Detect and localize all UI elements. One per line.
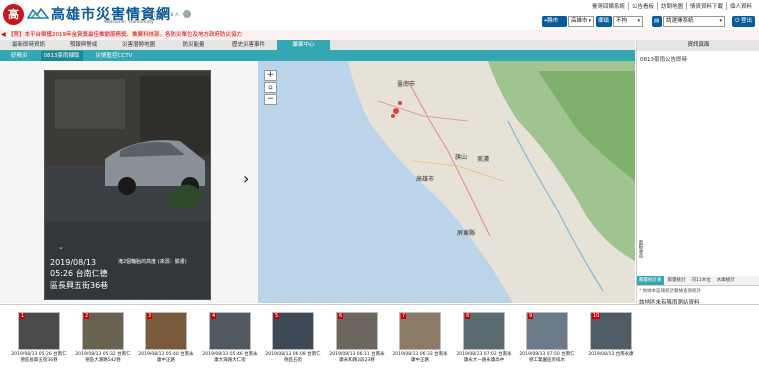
thumbnail-caption: 2019/08/13 06:33 台南永康中正路	[392, 352, 448, 363]
photo-location: 區長興五街36巷	[50, 281, 109, 290]
thumbnail-strip: 1 2019/08/13 05:26 台南仁德區長興五街36巷 2 2019/08/1…	[0, 304, 759, 368]
logout-button[interactable]: ⏻ 登出	[732, 16, 755, 27]
photo-date: 2019/08/13	[50, 258, 97, 267]
thumbnail-8[interactable]: 8	[463, 312, 505, 350]
thumbnail-caption: 2019/08/13 07:50 台南仁德工業園區旁排水	[519, 352, 575, 363]
chevron-down-icon: ▾	[637, 18, 640, 24]
photo-caption: 淹2個輪胎的高度 (來源：臉書)	[118, 259, 187, 265]
info-tab-rain[interactable]: 雨量統計	[666, 276, 688, 285]
chevron-down-icon: ▾	[719, 18, 722, 24]
map-label-tainan: 臺南市	[397, 81, 416, 88]
chevron-right-icon[interactable]: ›	[243, 171, 249, 187]
link-feedback[interactable]: 臺灣回饋系統	[589, 2, 628, 10]
zoom-in-button[interactable]: +	[264, 70, 277, 81]
sub-tabs: 好撥災 0813豪雨擷取 災情監控CCTV	[0, 51, 635, 61]
tab-5[interactable]: 歷史災害事件	[222, 40, 275, 50]
info-tab-layer-stats[interactable]: 圖層統計表	[637, 276, 664, 285]
thumbnail-caption: 2019/08/13 台南永康	[588, 352, 634, 357]
thumbnail-number: 9	[528, 313, 534, 319]
thumbnail-number: 7	[401, 313, 407, 319]
district-select[interactable]: 不拘 ▾	[613, 16, 643, 27]
tab-1[interactable]: 最新即時資訊	[2, 40, 55, 50]
mountain-logo-icon	[27, 7, 49, 19]
tab-2[interactable]: 預報與警戒	[57, 40, 110, 50]
thumbnail-6[interactable]: 6	[336, 312, 378, 350]
panel-toggle[interactable]: 面板收合	[637, 240, 643, 258]
link-visit-map[interactable]: 訪問地圖	[656, 2, 686, 10]
thumbnail-caption: 2019/08/13 05:40 台南永康中正路	[138, 352, 194, 363]
info-tabs: 圖層統計表 雨量統計 司11水位 水庫統計	[637, 276, 759, 286]
thumbnail-number: 6	[338, 313, 344, 319]
tab-3[interactable]: 災害潛勢地圖	[112, 40, 165, 50]
city-logo: 高	[3, 4, 24, 25]
online-count: 線上人數：8 人	[148, 13, 180, 18]
thumbnail-caption: 2019/08/13 05:46 台南永康大灣路大仁街	[202, 352, 258, 363]
link-profile[interactable]: 個人資料	[725, 2, 755, 10]
user-icon	[183, 10, 191, 18]
info-note: * 依據本區域統計數據查詢統計	[639, 289, 702, 294]
thumbnail-3[interactable]: 3	[145, 312, 187, 350]
city-label: ⌖縣市	[542, 16, 567, 27]
announcement-marquee[interactable]: ◀ 【賀】本平台榮獲2019年金賞獎最佳推動服務獎、推廣科技部。各防災單位及地方政…	[0, 30, 759, 40]
thumbnail-9[interactable]: 9	[526, 312, 568, 350]
photo-time: 05:26 台南仁德	[50, 269, 108, 278]
thumbnail-10[interactable]: 10	[590, 312, 632, 350]
info-tab-water-level[interactable]: 司11水位	[690, 276, 713, 285]
logout-icon: ⏻	[734, 18, 740, 24]
subtab-2[interactable]: 0813豪雨擷取	[40, 51, 83, 61]
thumbnail-number: 10	[592, 313, 601, 319]
city-select[interactable]: 高雄市 ▾	[568, 16, 594, 27]
thumbnail-caption: 2019/08/13 07:02 台南永康永大一路永康高中	[456, 352, 512, 363]
thumbnail-number: 3	[147, 313, 153, 319]
subtab-1[interactable]: 好撥災	[8, 51, 31, 61]
thumbnail-5[interactable]: 5	[272, 312, 314, 350]
link-announcements[interactable]: 公告看板	[627, 2, 657, 10]
thumbnail-2[interactable]: 2	[82, 312, 124, 350]
thumbnail-number: 1	[20, 313, 26, 319]
thumbnail-caption: 2019/08/13 06:11 台南永康永和路2段23巷	[329, 352, 385, 363]
thumbnail-4[interactable]: 4	[209, 312, 251, 350]
chevron-down-icon: ▾	[588, 18, 591, 24]
home-icon[interactable]: ⌂	[264, 82, 277, 93]
map-label-kaohsiung: 高雄市	[416, 176, 435, 183]
map-label-pingtung: 屏東縣	[457, 230, 476, 237]
info-panel: 資訊頁面 0813豪雨公告即時 面板收合 圖層統計表 雨量統計 司11水位 水庫…	[636, 40, 759, 306]
tab-6[interactable]: 離聚中心	[277, 40, 330, 50]
thumbnail-caption: 2019/08/13 05:26 台南仁德區長興五街36巷	[11, 352, 67, 363]
header-bar: 高 高雄市災害情資網 Welcome：HanInfinity 線上人數：8 人 …	[0, 0, 759, 30]
link-download[interactable]: 情資資料下載	[685, 2, 726, 10]
info-tab-reservoir[interactable]: 水庫統計	[715, 276, 737, 285]
thumbnail-number: 5	[274, 313, 280, 319]
thumbnail-caption: 2019/08/13 05:32 台南仁德區大潮路542巷	[75, 352, 131, 363]
top-links: 臺灣回饋系統 公告看板 訪問地圖 情資資料下載 個人資料	[589, 2, 755, 10]
tab-4[interactable]: 防災能量	[167, 40, 220, 50]
system-select[interactable]: 請選擇系統 ▾	[663, 16, 725, 27]
map-canvas	[258, 61, 635, 303]
map-label-meinong: 美濃	[477, 156, 490, 163]
thumbnail-1[interactable]: 1	[18, 312, 60, 350]
subtab-3[interactable]: 災情監控CCTV	[93, 51, 136, 61]
thumbnail-number: 2	[84, 313, 90, 319]
speaker-icon: ◀	[1, 31, 6, 38]
system-icon: ▤	[652, 16, 662, 27]
welcome-user: Welcome：HanInfinity	[104, 20, 154, 25]
chevron-down-icon[interactable]: ⌄	[58, 243, 64, 251]
thumbnail-number: 8	[465, 313, 471, 319]
map-view[interactable]: 臺南市 高雄市 屏東縣 旗山 美濃	[258, 61, 635, 303]
main-tabs: 最新即時資訊 預報與警戒 災害潛勢地圖 防災能量 歷史災害事件 離聚中心	[0, 40, 635, 51]
thumbnail-caption: 2019/08/13 06:08 台南仁德區五街	[265, 352, 321, 363]
info-panel-title: 資訊頁面	[637, 40, 759, 51]
info-content: 0813豪雨公告即時	[640, 57, 687, 63]
zoom-out-button[interactable]: −	[264, 94, 277, 105]
thumbnail-number: 4	[211, 313, 217, 319]
thumbnail-7[interactable]: 7	[399, 312, 441, 350]
district-label: 鄉鎮	[596, 16, 612, 27]
map-label-cishan: 旗山	[455, 154, 468, 161]
